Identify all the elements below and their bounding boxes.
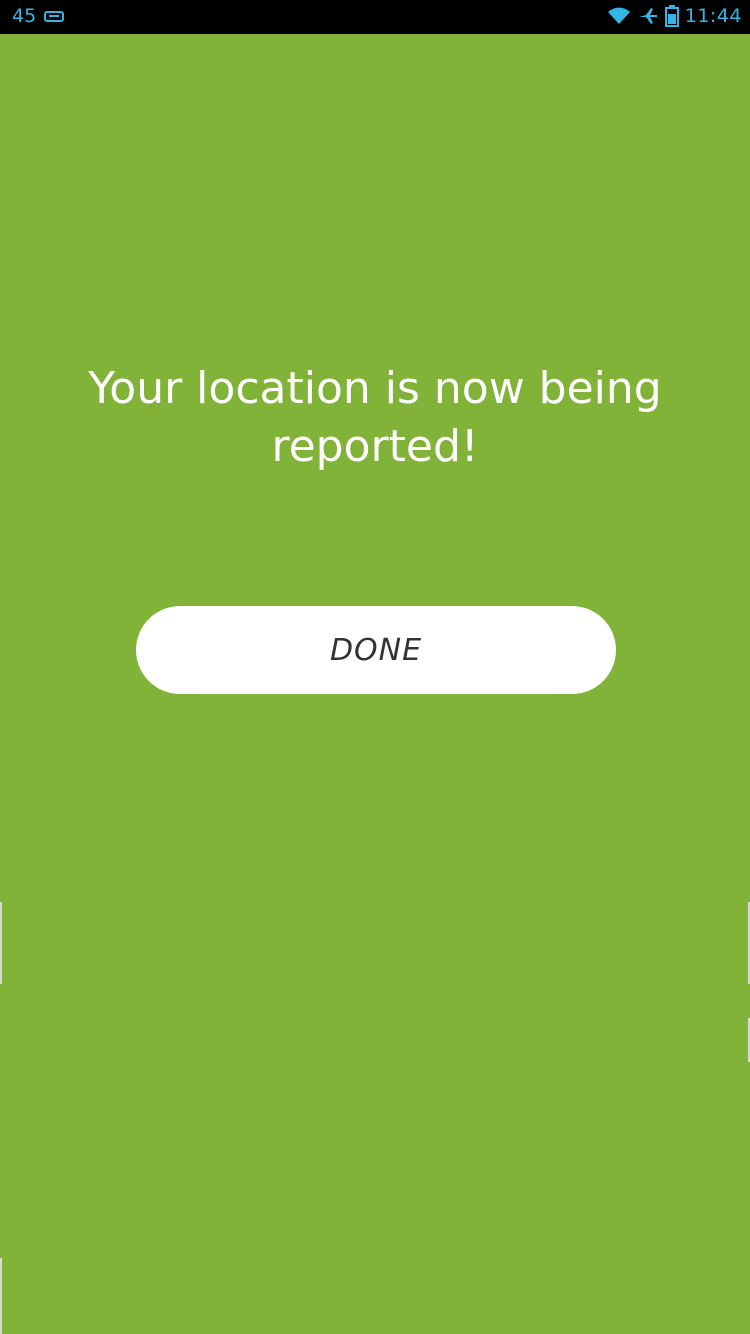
left-edge-mark (0, 902, 2, 984)
done-button-label: DONE (329, 632, 423, 668)
airplane-mode-icon (637, 6, 659, 26)
left-edge-mark-bottom (0, 1258, 2, 1334)
status-left-group: 45 (12, 4, 65, 28)
confirmation-message: Your location is now being reported! (88, 363, 662, 472)
battery-icon (664, 5, 679, 27)
status-right-group: 11:44 (607, 4, 742, 28)
status-time: 11:44 (684, 5, 742, 27)
status-number: 45 (12, 5, 37, 27)
notification-icon (44, 9, 65, 23)
status-bar: 45 11:44 (0, 0, 750, 34)
location-reported-screen: 45 11:44 Your location is now being repo… (0, 0, 750, 1334)
done-button[interactable]: DONE (136, 606, 616, 694)
wifi-icon (607, 6, 631, 26)
